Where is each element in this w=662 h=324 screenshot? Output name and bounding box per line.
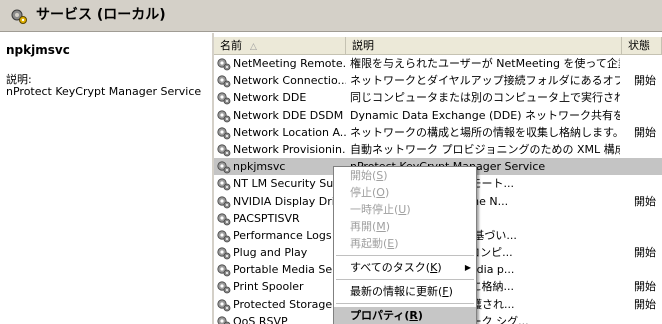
- menu-item: 開始(S): [334, 167, 476, 184]
- service-row[interactable]: Network DDE DSDM Dynamic Data Exchange (D…: [214, 107, 662, 124]
- service-gear-icon: [216, 108, 231, 123]
- service-row[interactable]: NetMeeting Remote... 権限を与えられたユーザーが NetMee…: [214, 55, 662, 72]
- service-name: QoS RSVP: [233, 314, 288, 324]
- menu-item: 停止(O): [334, 184, 476, 201]
- service-name: Network Provisionin...: [233, 142, 346, 156]
- service-description: Dynamic Data Exchange (DDE) ネットワーク共有を管..…: [350, 108, 620, 122]
- column-header-status[interactable]: 状態: [622, 37, 662, 55]
- menu-item-label: 一時停止: [350, 203, 394, 216]
- service-gear-icon: [216, 262, 231, 277]
- service-gear-icon: [216, 314, 231, 324]
- service-status: 開始: [634, 297, 656, 311]
- service-gear-icon: [216, 279, 231, 294]
- column-status-label: 状態: [628, 39, 650, 52]
- selected-service-name: npkjmsvc: [6, 43, 70, 57]
- column-header-name[interactable]: 名前 △: [214, 37, 346, 55]
- service-gear-icon: [216, 142, 231, 157]
- sort-ascending-icon: △: [250, 42, 257, 52]
- service-description: 権限を与えられたユーザーが NetMeeting を使って企業...: [350, 57, 620, 70]
- menu-item[interactable]: 最新の情報に更新(F): [334, 283, 476, 300]
- menu-separator: [336, 279, 474, 280]
- menu-item-label: 最新の情報に更新: [350, 285, 438, 298]
- menu-accel-close: ): [437, 261, 442, 274]
- service-name: Network DDE: [233, 91, 307, 105]
- list-header: 名前 △ 説明 状態: [214, 37, 662, 55]
- menu-accel-close: ): [394, 237, 399, 250]
- service-gear-icon: [216, 194, 231, 209]
- service-name: Network Location A...: [233, 125, 346, 139]
- service-row[interactable]: Network Connectio... ネットワークとダイヤルアップ接続フォルダ…: [214, 72, 662, 89]
- submenu-arrow-icon: ▶: [464, 263, 471, 272]
- menu-item-label: 開始: [350, 169, 372, 182]
- title-bar: サービス (ローカル): [0, 0, 662, 32]
- service-name: NetMeeting Remote...: [233, 57, 346, 70]
- column-description-label: 説明: [352, 39, 374, 52]
- service-gear-icon: [216, 176, 231, 191]
- service-status: 開始: [634, 246, 656, 260]
- menu-accel-close: ): [385, 220, 391, 233]
- service-name: Plug and Play: [233, 246, 308, 260]
- service-gear-icon: [216, 125, 231, 140]
- service-name: NT LM Security Su: [233, 177, 334, 191]
- service-name: npkjmsvc: [233, 160, 286, 174]
- service-name: Portable Media Ser: [233, 263, 337, 277]
- menu-accel-close: ): [406, 203, 411, 216]
- menu-accel-close: ): [384, 186, 390, 199]
- service-name: Performance Logs a: [233, 228, 342, 242]
- service-gear-icon: [216, 56, 231, 71]
- menu-accelerator-key: R: [409, 309, 418, 322]
- menu-item-label: プロパティ: [350, 309, 405, 322]
- service-gear-icon: [216, 90, 231, 105]
- service-gear-icon: [216, 211, 231, 226]
- service-description: ネットワークとダイヤルアップ接続フォルダにあるオブジェクト...: [350, 74, 620, 88]
- service-description: 同じコンピュータまたは別のコンピュータ上で実行されたプロ...: [350, 91, 620, 105]
- menu-item: 一時停止(U): [334, 201, 476, 218]
- menu-item: 再起動(E): [334, 235, 476, 252]
- service-name: Network DDE DSDM: [233, 108, 344, 122]
- menu-accel-close: ): [448, 285, 453, 298]
- menu-separator: [336, 303, 474, 304]
- service-name: Protected Storage: [233, 297, 333, 311]
- service-status: 開始: [634, 194, 656, 208]
- service-name: Network Connectio...: [233, 74, 346, 88]
- service-description: ネットワークの構成と場所の情報を収集し格納します。こ...: [350, 125, 620, 139]
- service-status: 開始: [634, 125, 656, 139]
- service-gear-icon: [216, 73, 231, 88]
- menu-accel-close: ): [383, 169, 388, 182]
- menu-item-label: 停止: [350, 186, 372, 199]
- menu-accel-close: ): [417, 309, 423, 322]
- menu-item-label: 再起動: [350, 237, 383, 250]
- menu-item: 再開(M): [334, 218, 476, 235]
- service-gear-icon: [216, 245, 231, 260]
- service-name: Print Spooler: [233, 280, 304, 294]
- service-status: 開始: [634, 280, 656, 294]
- service-details-pane: npkjmsvc 説明: nProtect KeyCrypt Manager S…: [0, 33, 212, 324]
- service-description: 自動ネットワーク プロビジョニングのための XML 構成ファイルをドメイ...: [350, 142, 620, 156]
- menu-item[interactable]: すべてのタスク(K) ▶: [334, 259, 476, 276]
- service-gear-icon: [216, 159, 231, 174]
- service-row[interactable]: Network DDE 同じコンピュータまたは別のコンピュータ上で実行されたプロ.…: [214, 89, 662, 106]
- menu-item-label: すべてのタスク: [350, 261, 426, 274]
- menu-accelerator-key: M: [376, 220, 386, 233]
- menu-separator: [336, 255, 474, 256]
- service-row[interactable]: Network Location A... ネットワークの構成と場所の情報を収集し…: [214, 124, 662, 141]
- menu-item-label: 再開: [350, 220, 372, 233]
- service-name: NVIDIA Display Dri: [233, 194, 335, 208]
- service-gear-icon: [216, 228, 231, 243]
- column-header-description[interactable]: 説明: [346, 37, 622, 55]
- service-row[interactable]: Network Provisionin... 自動ネットワーク プロビジョニングの…: [214, 141, 662, 158]
- window-title: サービス (ローカル): [36, 7, 166, 23]
- service-status: 開始: [634, 74, 656, 88]
- service-description: nProtect KeyCrypt Manager Service: [6, 85, 202, 98]
- service-name: PACSPTISVR: [233, 211, 300, 225]
- column-name-label: 名前: [220, 39, 242, 52]
- menu-item[interactable]: プロパティ(R): [334, 307, 476, 324]
- menu-accelerator-key: O: [376, 186, 385, 199]
- gears-icon: [11, 9, 27, 24]
- service-gear-icon: [216, 297, 231, 312]
- context-menu: 開始(S) 停止(O) 一時停止(U) 再開(M) 再起動(E) すべてのタスク(K) ▶ 最…: [333, 166, 477, 324]
